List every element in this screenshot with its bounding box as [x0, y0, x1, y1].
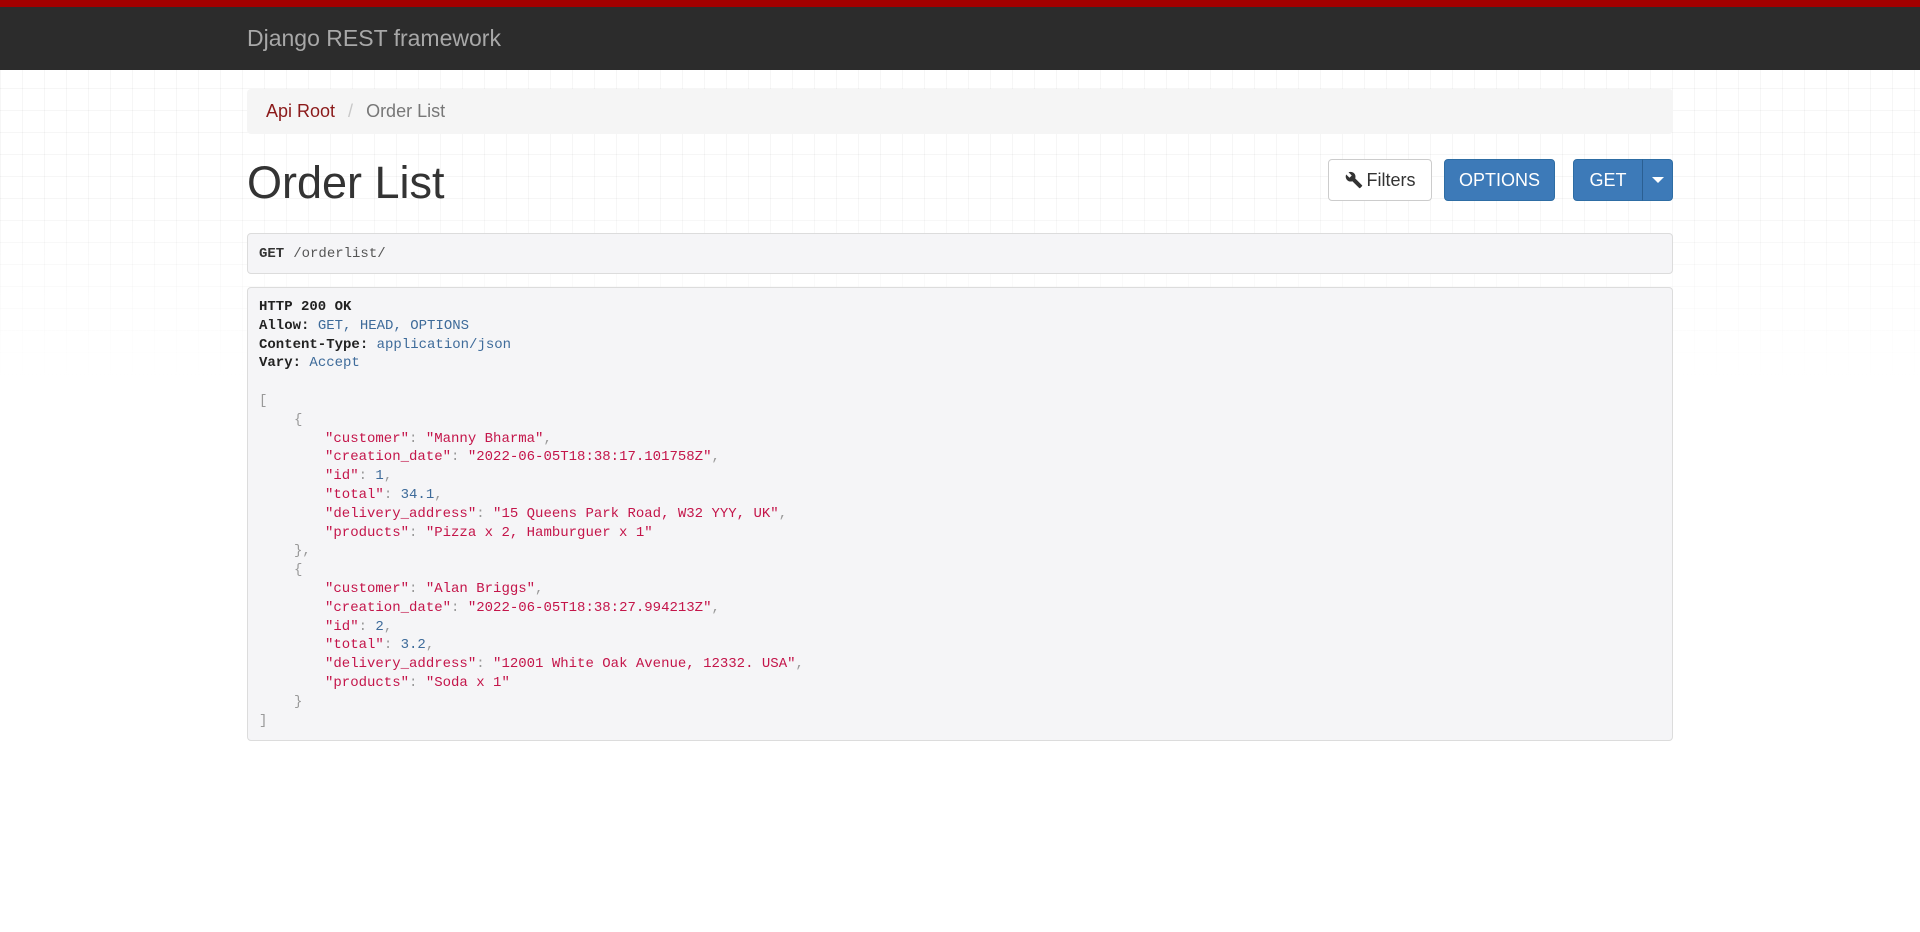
response-content: HTTP 200 OK Allow: GET, HEAD, OPTIONS Cont…: [247, 287, 1673, 741]
json-field: "customer": "Alan Briggs",: [325, 580, 544, 597]
filters-button[interactable]: Filters: [1328, 159, 1432, 201]
json-field: "id": 2,: [325, 618, 393, 635]
options-button[interactable]: OPTIONS: [1444, 159, 1555, 201]
json-close-bracket: ]: [259, 712, 268, 729]
brand-link[interactable]: Django REST framework: [247, 25, 501, 52]
request-method: GET: [259, 245, 285, 262]
json-open-bracket: [: [259, 392, 268, 409]
request-info: GET /orderlist/: [247, 233, 1673, 274]
navbar: Django REST framework: [0, 0, 1920, 70]
json-field: "creation_date": "2022-06-05T18:38:17.10…: [325, 449, 720, 466]
get-dropdown-toggle[interactable]: [1642, 159, 1673, 201]
json-field: "creation_date": "2022-06-05T18:38:27.99…: [325, 599, 720, 616]
breadcrumb-separator: /: [348, 101, 354, 121]
json-field: "id": 1,: [325, 468, 393, 485]
filters-label: Filters: [1366, 169, 1416, 190]
json-field: "delivery_address": "12001 White Oak Ave…: [325, 656, 804, 673]
json-field: "total": 34.1,: [325, 486, 443, 503]
json-field: "total": 3.2,: [325, 637, 435, 654]
page-title: Order List: [247, 157, 445, 208]
response-header: Allow: GET, HEAD, OPTIONS: [259, 317, 470, 334]
json-field: "customer": "Manny Bharma",: [325, 430, 552, 447]
wrench-icon: [1345, 171, 1362, 189]
options-label: OPTIONS: [1458, 169, 1540, 190]
json-field: "products": "Soda x 1": [325, 674, 510, 691]
get-label: GET: [1589, 169, 1627, 190]
breadcrumb-current: Order List: [366, 101, 446, 121]
breadcrumb-api-root[interactable]: Api Root: [266, 101, 335, 122]
breadcrumb: Api Root / Order List: [247, 89, 1673, 134]
get-button[interactable]: GET: [1573, 159, 1643, 201]
response-header: Vary: Accept: [259, 355, 360, 372]
response-header: Content-Type: application/json: [259, 336, 512, 353]
request-path: /orderlist/: [293, 245, 386, 262]
json-field: "delivery_address": "15 Queens Park Road…: [325, 505, 788, 522]
response-status: HTTP 200 OK: [259, 299, 352, 315]
caret-down-icon: [1651, 177, 1664, 183]
json-field: "products": "Pizza x 2, Hamburguer x 1": [325, 524, 653, 541]
